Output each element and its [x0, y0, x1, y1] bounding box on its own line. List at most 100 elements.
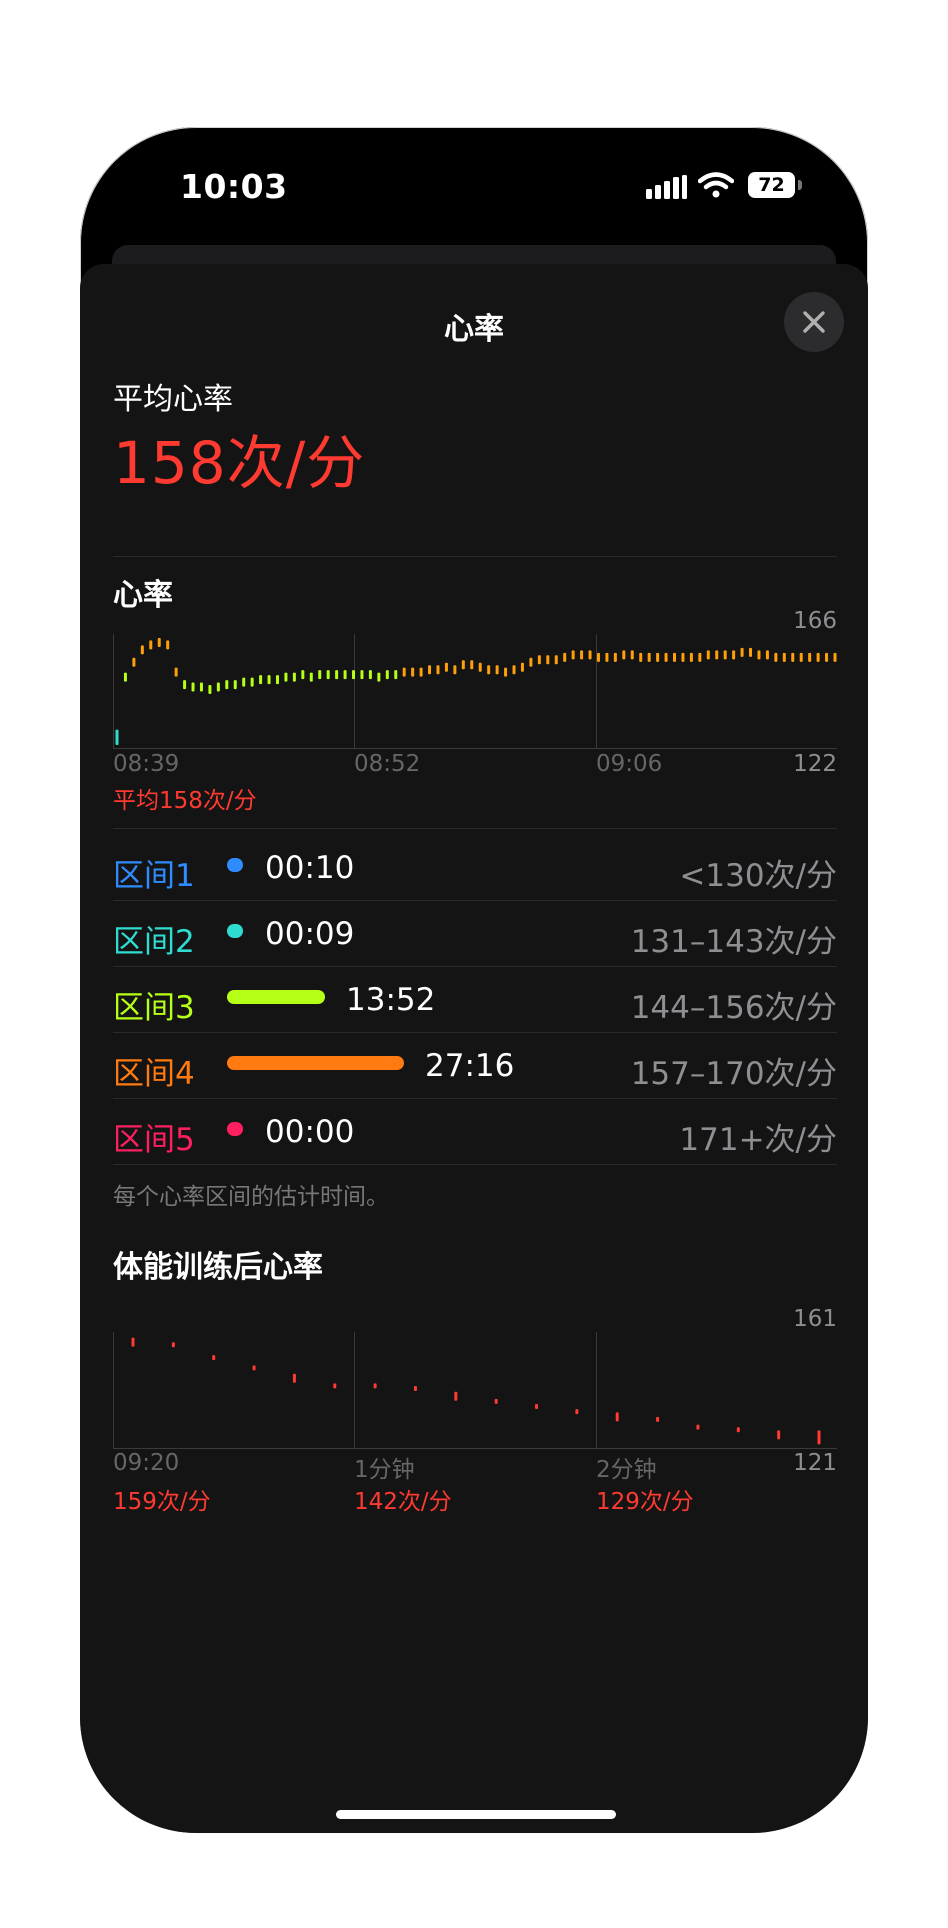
hr-data-bar: [487, 665, 491, 675]
hr-data-bar: [588, 650, 592, 660]
hr-data-bar: [664, 652, 668, 662]
hr-data-bar: [799, 652, 803, 662]
close-icon: [803, 311, 825, 333]
hr-x-label-2: 08:52: [354, 751, 421, 777]
hr-data-bar: [681, 652, 685, 662]
hr-data-bar: [774, 652, 778, 662]
recovery-data-bar: [171, 1342, 175, 1348]
hr-data-bar: [326, 670, 330, 680]
hr-data-bar: [411, 667, 415, 677]
hr-data-bar: [343, 670, 347, 680]
hr-data-bar: [394, 670, 398, 680]
hr-data-bar: [656, 652, 660, 662]
battery-cap: [798, 180, 802, 190]
zone-bar: [227, 858, 243, 872]
recovery-data-bar: [817, 1430, 821, 1445]
hr-data-bar: [360, 670, 364, 680]
home-indicator[interactable]: [336, 1810, 616, 1819]
hr-data-bar: [504, 667, 508, 677]
hr-data-bar: [402, 667, 406, 677]
zone-name: 区间3: [113, 990, 195, 1026]
hr-data-bar: [470, 660, 474, 670]
zone-name: 区间1: [113, 858, 195, 894]
phone-frame: 10:03 72 心率 平均心率 158次/分 心率 166 08:39 08:…: [80, 127, 868, 1833]
hr-data-bar: [259, 675, 263, 685]
recovery-data-bar: [575, 1409, 579, 1415]
recovery-data-bar: [736, 1427, 740, 1433]
hr-data-bar: [166, 640, 170, 650]
hr-data-bar: [765, 650, 769, 660]
zone-duration: 00:10: [265, 850, 355, 886]
hr-data-bar: [546, 655, 550, 665]
hr-data-bar: [123, 672, 127, 682]
recovery-data-bar: [494, 1398, 498, 1404]
zone-range: <130次/分: [679, 858, 837, 894]
hr-data-bar: [444, 662, 448, 672]
sheet-title: 心率: [444, 312, 504, 347]
hr-data-bar: [740, 647, 744, 657]
recovery-data-bar: [131, 1337, 135, 1347]
zone-bar: [227, 1122, 243, 1136]
hr-data-bar: [377, 672, 381, 682]
heart-rate-chart: [113, 634, 837, 749]
zone-bar: [227, 1056, 404, 1070]
hr-data-bar: [554, 655, 558, 665]
hr-data-bar: [199, 682, 203, 692]
recovery-chart-min-label: 121: [793, 1450, 837, 1476]
hr-data-bar: [689, 652, 693, 662]
recovery-data-bar: [656, 1416, 660, 1422]
close-button[interactable]: [784, 292, 844, 352]
hr-x-label-1: 08:39: [113, 751, 180, 777]
hr-data-bar: [368, 670, 372, 680]
hr-data-bar: [723, 650, 727, 660]
hr-chart-max-label: 166: [793, 608, 837, 634]
zone-bar: [227, 924, 243, 938]
hr-data-bar: [318, 670, 322, 680]
recovery-data-bar: [413, 1386, 417, 1391]
hr-data-bar: [140, 645, 144, 655]
hr-data-bar: [732, 650, 736, 660]
hr-data-bar: [233, 680, 237, 690]
hr-data-bar: [157, 637, 161, 647]
zone-bar: [227, 990, 325, 1004]
zone-separator: [113, 1164, 837, 1165]
status-bar: 10:03 72: [80, 127, 868, 237]
hr-data-bar: [833, 652, 837, 662]
hr-data-bar: [174, 667, 178, 677]
zone-row-5: 区间5 00:00 171+次/分: [113, 1098, 837, 1164]
hr-data-bar: [580, 650, 584, 660]
hr-data-bar: [352, 670, 356, 680]
recovery-data-bar: [696, 1424, 700, 1430]
recovery-data-bar: [454, 1391, 458, 1401]
average-heart-rate-value: 158次/分: [113, 429, 366, 497]
zone-duration: 00:09: [265, 916, 355, 952]
hr-data-bar: [301, 670, 305, 680]
hr-data-bar: [782, 652, 786, 662]
status-time: 10:03: [180, 167, 288, 206]
hr-data-bar: [571, 650, 575, 660]
hr-data-bar: [706, 650, 710, 660]
hr-data-bar: [495, 665, 499, 675]
hr-data-bar: [183, 680, 187, 690]
hr-data-bar: [149, 640, 153, 650]
hr-data-bar: [191, 682, 195, 692]
hr-data-bar: [216, 682, 220, 692]
hr-data-bar: [335, 670, 339, 680]
hr-data-bar: [132, 657, 136, 667]
hr-data-bar: [529, 657, 533, 667]
hr-data-bar: [275, 675, 279, 685]
hr-data-bar: [512, 665, 516, 675]
recovery-data-bar: [535, 1404, 539, 1410]
zone-row-1: 区间1 00:10 <130次/分: [113, 834, 837, 900]
cellular-signal-icon: [646, 175, 687, 199]
hr-chart-min-label: 122: [793, 751, 837, 777]
hr-data-bar: [309, 672, 313, 682]
hr-data-bar: [613, 652, 617, 662]
battery-icon: 72: [748, 172, 795, 198]
recovery-chart-title: 体能训练后心率: [113, 1250, 323, 1285]
hr-data-bar: [284, 672, 288, 682]
zone-duration: 13:52: [346, 982, 436, 1018]
hr-data-bar: [461, 660, 465, 670]
hr-data-bar: [478, 662, 482, 672]
recovery-data-bar: [252, 1365, 256, 1371]
